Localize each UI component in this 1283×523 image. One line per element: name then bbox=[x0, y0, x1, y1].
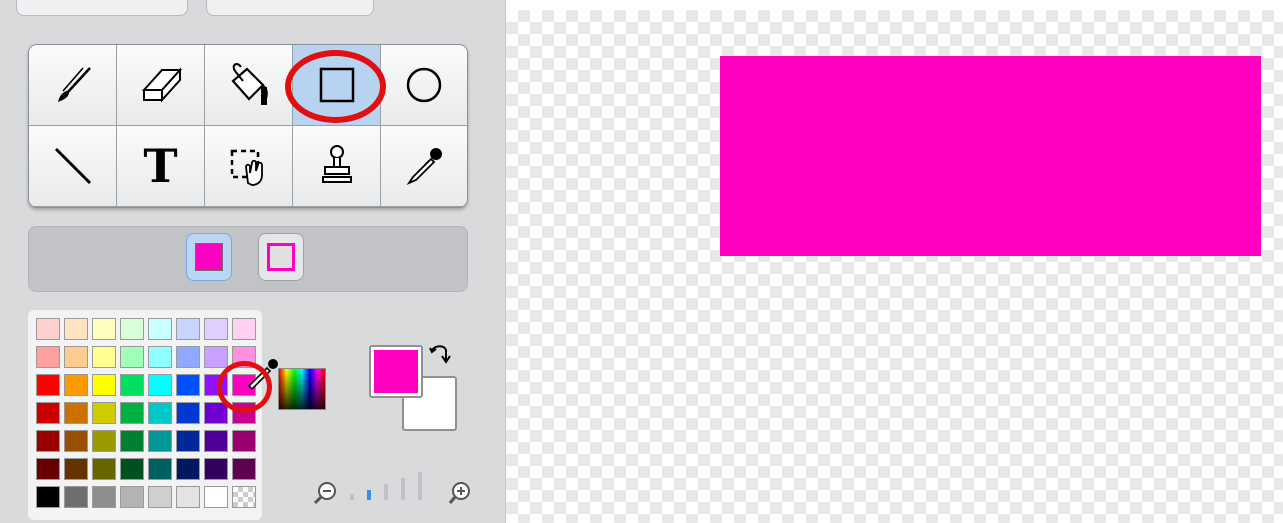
palette-swatch[interactable] bbox=[232, 430, 256, 452]
text-tool[interactable]: T bbox=[117, 126, 205, 207]
fill-tool[interactable] bbox=[205, 45, 293, 126]
primary-color-swatch[interactable] bbox=[369, 345, 423, 398]
palette-swatch[interactable] bbox=[64, 430, 88, 452]
line-tool[interactable] bbox=[29, 126, 117, 207]
stamp-icon bbox=[321, 145, 352, 183]
eyedropper-tool[interactable] bbox=[381, 126, 467, 207]
palette-swatch[interactable] bbox=[120, 458, 144, 480]
palette-swatch[interactable] bbox=[120, 318, 144, 340]
brush-icon bbox=[57, 67, 91, 102]
palette-swatch[interactable] bbox=[176, 318, 200, 340]
palette-swatch[interactable] bbox=[148, 374, 172, 396]
palette-swatch[interactable] bbox=[176, 402, 200, 424]
palette-swatch[interactable] bbox=[36, 430, 60, 452]
canvas-top-margin bbox=[506, 0, 1283, 10]
palette-swatch[interactable] bbox=[232, 402, 256, 424]
palette-swatch[interactable] bbox=[36, 486, 60, 508]
palette-swatch[interactable] bbox=[148, 430, 172, 452]
zoom-level-bar[interactable] bbox=[401, 478, 405, 500]
palette-swatch[interactable] bbox=[92, 318, 116, 340]
palette-swatch[interactable] bbox=[64, 374, 88, 396]
outline-fill-icon bbox=[267, 243, 295, 271]
palette-swatch[interactable] bbox=[176, 458, 200, 480]
palette-swatch[interactable] bbox=[120, 402, 144, 424]
brush-tool[interactable] bbox=[29, 45, 117, 126]
palette-swatch[interactable] bbox=[120, 374, 144, 396]
palette-swatch[interactable] bbox=[92, 486, 116, 508]
palette-swatch[interactable] bbox=[92, 458, 116, 480]
paint-editor-panel: T bbox=[0, 0, 506, 523]
palette-swatch[interactable] bbox=[120, 430, 144, 452]
zoom-level-bar[interactable] bbox=[350, 494, 354, 500]
palette-swatch[interactable] bbox=[148, 402, 172, 424]
palette-swatch[interactable] bbox=[176, 374, 200, 396]
top-toolbar-button-right[interactable] bbox=[206, 0, 374, 16]
palette-swatch[interactable] bbox=[92, 430, 116, 452]
palette-swatch[interactable] bbox=[204, 318, 228, 340]
outline-fill-button[interactable] bbox=[258, 233, 304, 281]
text-icon: T bbox=[143, 139, 178, 193]
palette-swatch[interactable] bbox=[204, 430, 228, 452]
select-icon bbox=[230, 149, 263, 186]
drawn-rectangle[interactable] bbox=[720, 56, 1261, 256]
palette-swatch[interactable] bbox=[232, 486, 256, 508]
palette-eyedropper-icon[interactable] bbox=[245, 356, 279, 390]
palette-swatch[interactable] bbox=[36, 402, 60, 424]
palette-swatch[interactable] bbox=[204, 374, 228, 396]
stamp-tool[interactable] bbox=[293, 126, 381, 207]
palette-swatch[interactable] bbox=[64, 318, 88, 340]
palette-swatch[interactable] bbox=[36, 374, 60, 396]
solid-fill-button[interactable] bbox=[186, 233, 232, 281]
select-tool[interactable] bbox=[205, 126, 293, 207]
palette-swatch[interactable] bbox=[64, 346, 88, 368]
zoom-level-bar[interactable] bbox=[367, 490, 371, 500]
swap-colors-icon[interactable] bbox=[428, 342, 456, 366]
eraser-icon bbox=[141, 67, 182, 103]
palette-swatch[interactable] bbox=[148, 486, 172, 508]
palette-swatch[interactable] bbox=[36, 458, 60, 480]
ellipse-icon bbox=[406, 67, 442, 103]
zoom-out-icon[interactable] bbox=[312, 480, 338, 506]
palette-swatch[interactable] bbox=[176, 486, 200, 508]
palette-swatch[interactable] bbox=[148, 458, 172, 480]
palette-swatch[interactable] bbox=[120, 346, 144, 368]
zoom-level-bar[interactable] bbox=[418, 472, 422, 500]
tool-palette: T bbox=[28, 44, 468, 208]
palette-swatch[interactable] bbox=[148, 346, 172, 368]
palette-swatch[interactable] bbox=[204, 458, 228, 480]
ellipse-tool[interactable] bbox=[381, 45, 467, 126]
drawing-canvas[interactable] bbox=[506, 10, 1283, 523]
palette-swatch[interactable] bbox=[204, 346, 228, 368]
palette-swatch[interactable] bbox=[92, 402, 116, 424]
top-toolbar-button-left[interactable] bbox=[16, 0, 188, 16]
eraser-tool[interactable] bbox=[117, 45, 205, 126]
palette-swatch[interactable] bbox=[176, 346, 200, 368]
primary-color-fill bbox=[374, 350, 418, 393]
palette-swatch[interactable] bbox=[204, 486, 228, 508]
zoom-in-icon[interactable] bbox=[448, 480, 474, 506]
palette-swatch[interactable] bbox=[64, 486, 88, 508]
color-palette bbox=[28, 310, 262, 520]
line-icon bbox=[54, 147, 91, 185]
palette-swatch[interactable] bbox=[232, 458, 256, 480]
palette-swatch[interactable] bbox=[36, 318, 60, 340]
fill-bucket-icon bbox=[230, 63, 268, 105]
color-spectrum-picker[interactable] bbox=[278, 368, 326, 410]
palette-swatch[interactable] bbox=[92, 346, 116, 368]
eyedropper-icon bbox=[406, 148, 442, 186]
palette-swatch[interactable] bbox=[204, 402, 228, 424]
palette-swatch[interactable] bbox=[120, 486, 144, 508]
rectangle-tool[interactable] bbox=[293, 45, 381, 126]
palette-swatch[interactable] bbox=[64, 458, 88, 480]
palette-swatch[interactable] bbox=[36, 346, 60, 368]
rectangle-icon bbox=[319, 67, 354, 103]
palette-swatch[interactable] bbox=[148, 318, 172, 340]
zoom-level-bar[interactable] bbox=[384, 484, 388, 500]
solid-fill-icon bbox=[195, 243, 223, 271]
palette-swatch[interactable] bbox=[64, 402, 88, 424]
fill-mode-bar bbox=[28, 226, 468, 292]
palette-swatch[interactable] bbox=[232, 318, 256, 340]
palette-swatch[interactable] bbox=[176, 430, 200, 452]
palette-swatch[interactable] bbox=[92, 374, 116, 396]
